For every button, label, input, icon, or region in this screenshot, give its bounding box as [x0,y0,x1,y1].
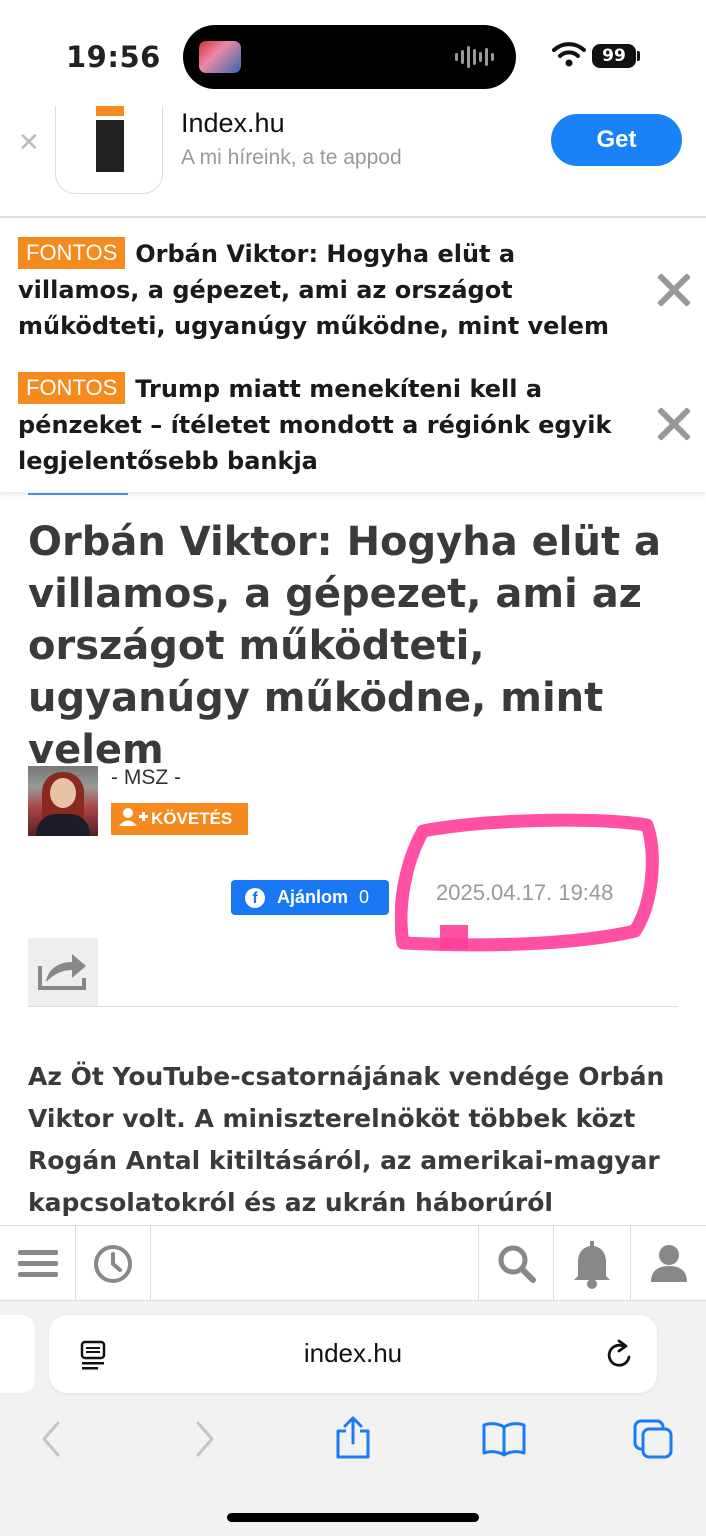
audio-waveform-icon [455,45,494,69]
wifi-icon [552,42,586,67]
fb-like-label: Ajánlom [277,887,349,907]
status-bar: 19:56 99 [0,0,706,110]
status-time: 19:56 [66,40,161,74]
address-bar[interactable]: index.hu [49,1315,657,1393]
safari-share-icon[interactable] [334,1415,372,1461]
smart-app-banner: ✕ Index.hu A mi híreink, a te appod Get [0,106,706,218]
forward-icon[interactable] [190,1419,220,1459]
author-avatar[interactable] [28,766,98,836]
home-indicator [227,1513,479,1522]
back-icon[interactable] [36,1419,66,1459]
app-logo-icon [55,106,163,194]
fontos-badge: FONTOS [18,372,126,404]
author-name[interactable]: - MSZ - [111,766,181,790]
share-button[interactable] [28,938,98,1006]
pink-highlight-annotation [395,813,659,952]
battery-tip [637,51,640,61]
browser-chrome: index.hu [0,1301,706,1536]
dynamic-island[interactable] [183,25,516,89]
breaking-news-item[interactable]: FONTOS Trump miatt menekíteni kell a pénz… [18,371,638,479]
share-icon [38,954,86,990]
previous-tab-preview[interactable] [0,1315,35,1393]
breaking-news-bar: FONTOS Orbán Viktor: Hogyha elüt a villam… [0,220,706,492]
now-playing-thumbnail [199,41,241,73]
tab-underline [28,493,128,495]
dismiss-close-icon[interactable] [656,406,692,442]
article-title: Orbán Viktor: Hogyha elüt a villamos, a … [28,519,661,773]
tabs-icon[interactable] [632,1418,674,1460]
facebook-icon: f [245,888,265,908]
reload-icon[interactable] [603,1339,635,1371]
follow-label: KÖVETÉS [151,809,233,828]
battery-indicator: 99 [592,44,636,68]
bookmarks-icon[interactable] [481,1421,527,1457]
user-icon [651,1245,687,1282]
article-lead: Az Öt YouTube-csatornájának vendége Orbá… [28,1062,665,1217]
app-title: Index.hu [181,108,285,138]
divider [28,1006,678,1007]
site-toolbar [0,1225,706,1301]
facebook-like-button[interactable]: f Ajánlom 0 [231,880,389,915]
app-subtitle: A mi híreink, a te appod [181,146,402,169]
breaking-news-item[interactable]: FONTOS Orbán Viktor: Hogyha elüt a villam… [18,236,638,344]
fb-like-count: 0 [359,887,370,907]
history-button[interactable] [76,1226,151,1301]
history-clock-icon [94,1245,132,1283]
search-icon [498,1245,536,1283]
notifications-button[interactable] [554,1226,631,1301]
dismiss-close-icon[interactable] [656,272,692,308]
follow-button[interactable]: KÖVETÉS [111,803,248,835]
add-user-icon [119,803,151,835]
fontos-badge: FONTOS [18,237,126,269]
search-button[interactable] [478,1226,554,1301]
menu-icon [18,1250,58,1277]
get-app-button[interactable]: Get [551,114,682,166]
profile-button[interactable] [631,1226,706,1301]
menu-button[interactable] [0,1226,76,1301]
url-text: index.hu [303,1338,403,1368]
close-icon[interactable]: ✕ [18,128,40,158]
bell-icon [574,1241,610,1289]
